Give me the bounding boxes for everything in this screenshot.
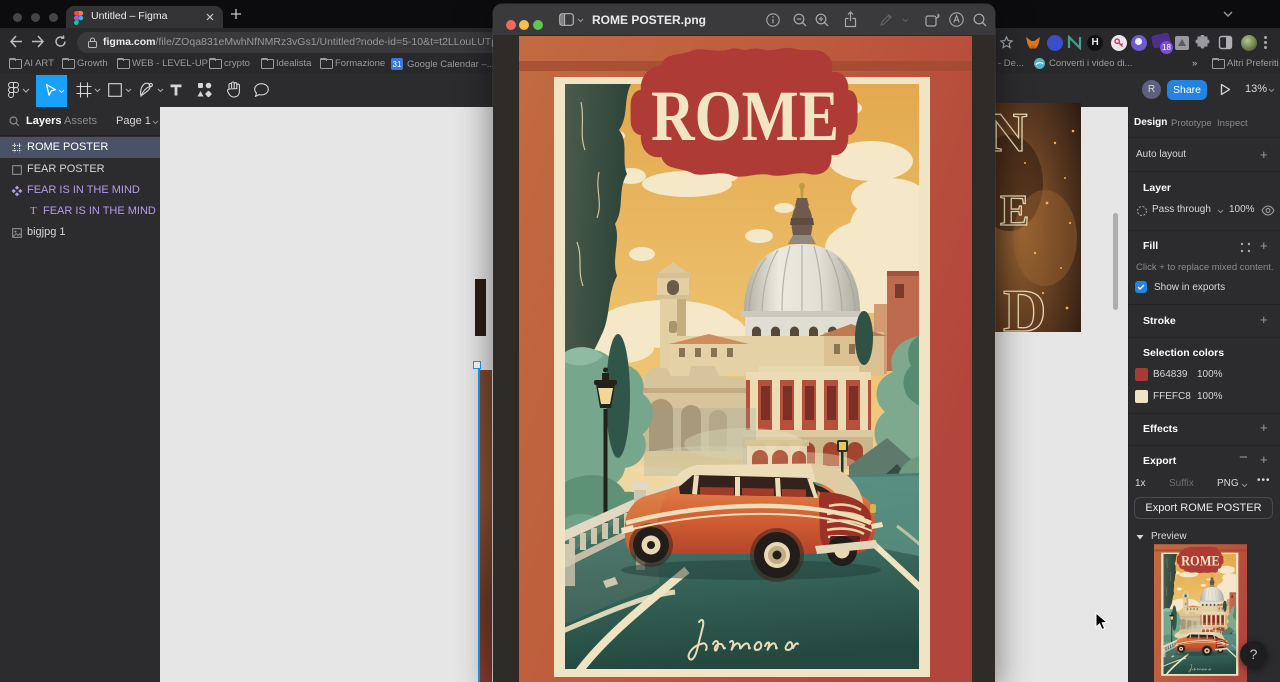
svg-text:N: N	[995, 103, 1027, 164]
svg-text:E: E	[1000, 186, 1029, 235]
svg-text:31: 31	[393, 60, 402, 69]
svg-text:D: D	[1003, 278, 1046, 332]
svg-text:ROME: ROME	[651, 76, 839, 156]
